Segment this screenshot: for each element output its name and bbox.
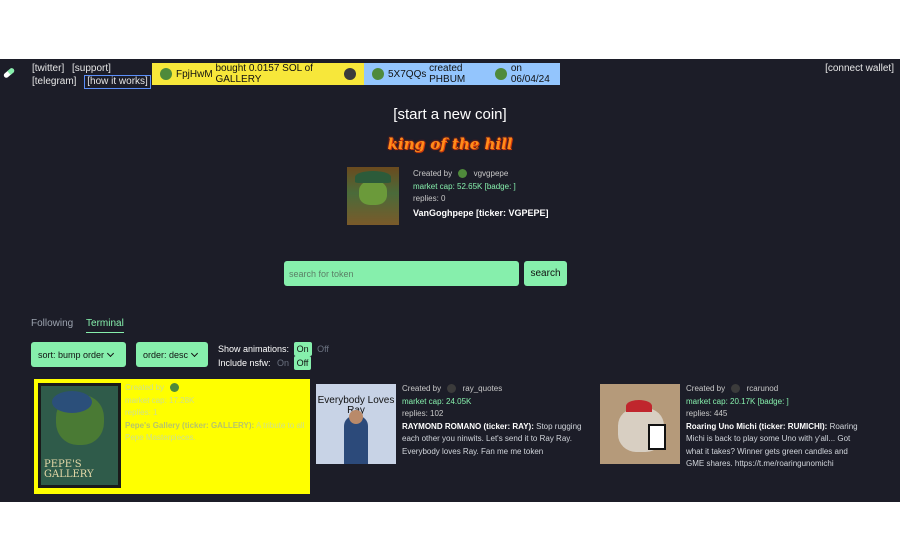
replies-count: replies: 102 bbox=[402, 409, 444, 418]
ticker-create-user[interactable]: 5X7QQs bbox=[388, 69, 426, 80]
pill-logo-icon[interactable] bbox=[2, 66, 16, 80]
coin-card-gallery[interactable]: PEPE'S GALLERY Created by market cap: 17… bbox=[34, 379, 310, 494]
connect-wallet-button[interactable]: [connect wallet] bbox=[825, 63, 894, 74]
how-it-works-link[interactable]: [how it works] bbox=[84, 75, 151, 89]
toggle-group: Show animations: On Off Include nsfw: On… bbox=[218, 342, 329, 370]
market-cap: market cap: 24.05K bbox=[402, 396, 472, 406]
creator-avatar bbox=[447, 384, 457, 394]
king-coin-info[interactable]: Created by vgvgpepe market cap: 52.65K [… bbox=[413, 168, 549, 219]
badge: [badge: ] bbox=[757, 396, 789, 406]
search-input[interactable] bbox=[284, 261, 519, 286]
include-nsfw-label: Include nsfw: bbox=[218, 358, 271, 368]
coin-title: RAYMOND ROMANO (ticker: RAY): bbox=[402, 421, 534, 431]
king-creator-avatar bbox=[458, 169, 468, 179]
creator-name[interactable]: ray_quotes bbox=[463, 384, 503, 393]
king-coin-image[interactable] bbox=[347, 167, 399, 225]
created-by-label: Created by bbox=[125, 383, 165, 392]
creator-avatar bbox=[372, 68, 384, 80]
chevron-down-icon bbox=[190, 349, 199, 357]
coin-image: Everybody Loves Ray bbox=[316, 384, 396, 464]
search-button[interactable]: search bbox=[524, 261, 567, 286]
tab-following[interactable]: Following bbox=[31, 318, 73, 329]
creator-avatar bbox=[170, 383, 180, 393]
king-creator-name[interactable]: vgvgpepe bbox=[474, 169, 509, 178]
pepe-face bbox=[359, 181, 387, 205]
person-head bbox=[349, 410, 363, 424]
creator-avatar bbox=[731, 384, 741, 394]
creator-name[interactable]: rcarunod bbox=[747, 384, 779, 393]
chevron-down-icon bbox=[106, 349, 115, 357]
tab-terminal[interactable]: Terminal bbox=[86, 318, 124, 333]
king-of-the-hill-banner: king of the hill bbox=[387, 135, 513, 153]
card-info: Created by ray_quotes market cap: 24.05K… bbox=[402, 383, 584, 458]
king-coin-name: VanGoghpepe [ticker: VGPEPE] bbox=[413, 207, 549, 218]
nsfw-off-toggle[interactable]: Off bbox=[293, 356, 312, 370]
ticker-create-text: created PHBUM bbox=[429, 63, 466, 85]
card-info: Created by rcarunod market cap: 20.17K [… bbox=[686, 383, 868, 471]
coin-image bbox=[600, 384, 680, 464]
twitter-link[interactable]: [twitter] bbox=[32, 63, 64, 75]
telegram-link[interactable]: [telegram] bbox=[32, 76, 76, 88]
coin-image: PEPE'S GALLERY bbox=[38, 383, 121, 488]
coin-title: Roaring Uno Michi (ticker: RUMICHI): bbox=[686, 421, 828, 431]
coin-title: Pepe's Gallery (ticker: GALLERY): bbox=[125, 420, 255, 430]
nsfw-on-toggle[interactable]: On bbox=[277, 356, 289, 370]
image-frame bbox=[38, 383, 121, 488]
created-by-label: Created by bbox=[402, 384, 442, 393]
pepe-hat bbox=[355, 171, 391, 183]
ticker-buy-text: bought 0.0157 SOL of GALLERY bbox=[215, 63, 313, 85]
king-replies: replies: 0 bbox=[413, 194, 446, 203]
app-root: [twitter] [support] [telegram] [how it w… bbox=[0, 59, 900, 502]
created-coin-avatar bbox=[494, 68, 507, 80]
king-badge: [badge: ] bbox=[484, 181, 516, 191]
replies-count: replies: 1 bbox=[125, 408, 158, 417]
feed-tabs: Following Terminal bbox=[31, 318, 134, 333]
market-cap: market cap: 17.28K bbox=[125, 395, 195, 405]
ticker-create[interactable]: 5X7QQs created PHBUM on 06/04/24 bbox=[364, 63, 560, 85]
animations-off-toggle[interactable]: Off bbox=[317, 342, 329, 356]
order-select[interactable]: order: desc bbox=[136, 342, 208, 367]
ticker-buy-user[interactable]: FpjHwM bbox=[176, 69, 213, 80]
ticker-create-date: on 06/04/24 bbox=[510, 63, 550, 85]
created-by-label: Created by bbox=[413, 169, 453, 178]
card-info: Created by market cap: 17.28K replies: 1… bbox=[125, 382, 305, 445]
uno-card bbox=[648, 424, 666, 450]
buyer-avatar bbox=[160, 68, 172, 80]
header-links: [twitter] [support] [telegram] [how it w… bbox=[32, 63, 156, 89]
sort-select[interactable]: sort: bump order bbox=[31, 342, 126, 367]
ticker-buy[interactable]: FpjHwM bought 0.0157 SOL of GALLERY bbox=[152, 63, 364, 85]
coin-avatar bbox=[344, 68, 356, 80]
animations-on-toggle[interactable]: On bbox=[293, 342, 312, 356]
market-cap: market cap: 20.17K bbox=[686, 396, 756, 406]
support-link[interactable]: [support] bbox=[72, 63, 111, 75]
king-market-cap: market cap: 52.65K bbox=[413, 181, 483, 191]
order-label: order: desc bbox=[143, 349, 189, 360]
replies-count: replies: 445 bbox=[686, 409, 728, 418]
created-by-label: Created by bbox=[686, 384, 726, 393]
start-new-coin-link[interactable]: [start a new coin] bbox=[0, 106, 900, 123]
show-animations-label: Show animations: bbox=[218, 344, 290, 354]
sort-label: sort: bump order bbox=[38, 349, 105, 360]
cat-hat bbox=[626, 400, 652, 412]
